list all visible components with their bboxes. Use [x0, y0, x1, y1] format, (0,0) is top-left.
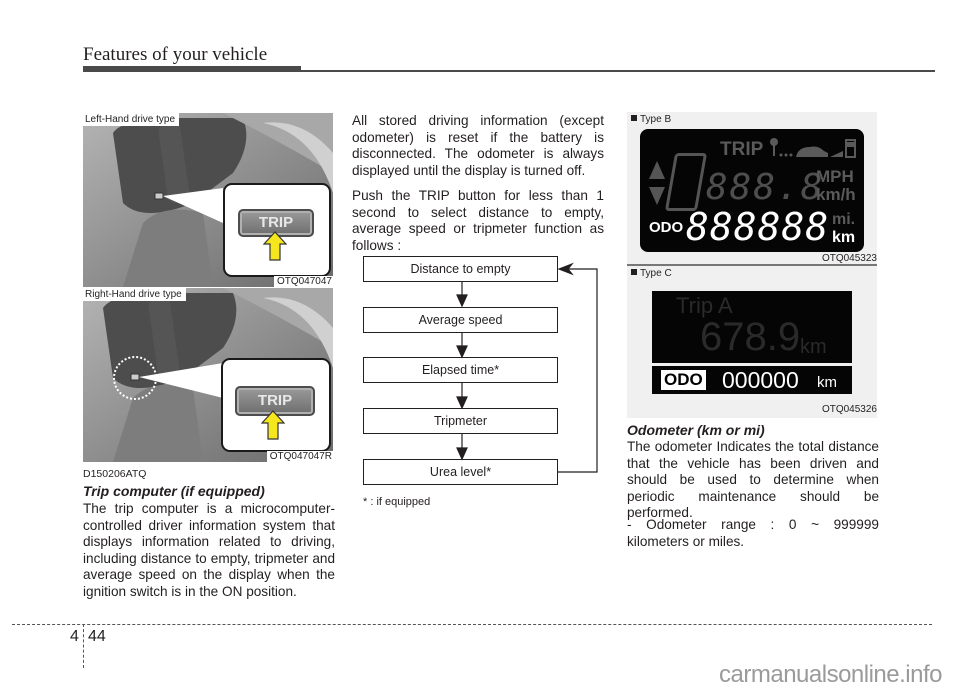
unit-mph: MPH — [816, 167, 854, 186]
section-title-trip-computer: Trip computer (if equipped) — [83, 483, 265, 499]
down-arrow-icon — [456, 282, 468, 308]
odo-unit: km — [817, 374, 837, 391]
lcd-display-type-b: TRIP 888.8 MPH km/h ODO 888888 mi. km — [640, 129, 864, 252]
fuel-range-icons — [770, 138, 856, 158]
figure-code: OTQ047047 — [273, 276, 333, 287]
type-b-label-text: Type B — [640, 114, 672, 125]
flow-connectors — [456, 262, 598, 473]
down-arrow-icon — [456, 434, 468, 461]
trip-value: 678.9 — [700, 315, 801, 359]
figure-rhd-trip-button: TRIP Right-Hand drive type OTQ047047R — [83, 288, 333, 462]
loop-back-arrow — [558, 268, 598, 473]
odometer-paragraph: The odometer Indicates the total distanc… — [627, 439, 879, 520]
odo-badge: ODO — [661, 370, 706, 390]
trip-indicator: TRIP — [720, 139, 764, 160]
page-number: 44 — [88, 628, 106, 645]
large-segment-digit — [664, 153, 708, 211]
odo-value: 000000 — [722, 367, 799, 393]
type-b-label: Type B — [631, 114, 671, 125]
trip-computer-paragraph: The trip computer is a microcomputer-con… — [83, 501, 335, 599]
figure-lhd-trip-button: TRIP Left-Hand drive type OTQ047047 — [83, 113, 333, 287]
figure-code: OTQ045326 — [821, 404, 877, 415]
chapter-number: 4 — [70, 628, 79, 645]
type-c-label: Type C — [631, 268, 672, 279]
lcd-display-type-c-trip: Trip A 678.9 km — [652, 291, 852, 363]
unit-km: km — [832, 229, 856, 246]
odometer-range-bullet: - Odometer range : 0 ~ 999999 kilometers… — [627, 517, 879, 549]
type-c-label-text: Type C — [640, 268, 672, 279]
square-bullet-icon — [631, 115, 637, 121]
header-rule-thick — [83, 66, 301, 72]
unit-kmh: km/h — [816, 185, 856, 204]
small-segment-readout: 888.8 — [706, 167, 825, 208]
odo-indicator: ODO — [649, 219, 684, 236]
down-arrow-icon — [456, 383, 468, 410]
page-header-title: Features of your vehicle — [83, 44, 268, 65]
figure-label: Right-Hand drive type — [83, 288, 186, 301]
large-segment-readout: 888888 — [686, 205, 830, 249]
up-down-arrows-icon — [649, 161, 665, 205]
section-title-odometer: Odometer (km or mi) — [627, 422, 765, 438]
figure-label: Left-Hand drive type — [83, 113, 180, 126]
footer-divider — [83, 624, 84, 668]
footnote-if-equipped: * : if equipped — [363, 496, 431, 508]
trip-unit: km — [800, 336, 827, 358]
header-rule-thin — [301, 70, 935, 72]
down-arrow-icon — [456, 333, 468, 359]
reset-paragraph: All stored driving information (except o… — [352, 113, 604, 178]
footer-rule — [12, 624, 932, 625]
unit-mi: mi. — [832, 211, 856, 228]
trip-button-paragraph: Push the TRIP button for less than 1 sec… — [352, 188, 604, 253]
watermark[interactable]: carmanualsonline.info — [719, 661, 942, 689]
section-code: D150206ATQ — [83, 468, 147, 480]
arrow-up-icon — [261, 410, 285, 440]
figure-code: OTQ047047R — [266, 451, 333, 462]
arrow-up-icon — [263, 231, 287, 261]
figure-code: OTQ045323 — [821, 253, 877, 264]
square-bullet-icon — [631, 269, 637, 275]
lcd-display-type-c-odo: ODO 000000 km — [652, 366, 852, 394]
